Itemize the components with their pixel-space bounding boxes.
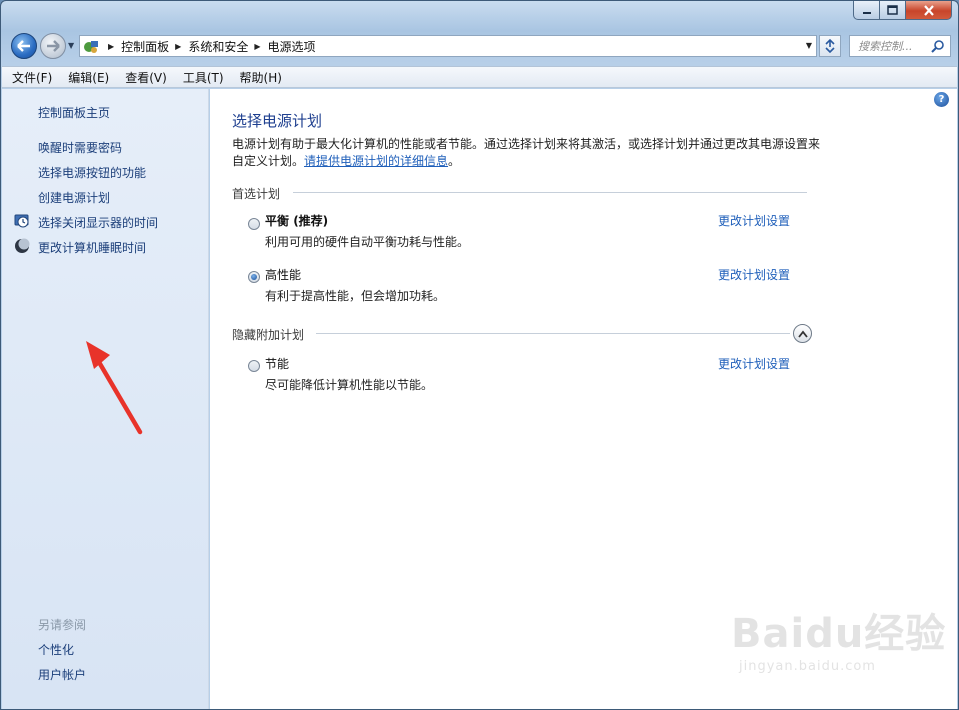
- sidebar-item-create-plan[interactable]: 创建电源计划: [38, 189, 110, 206]
- menu-help[interactable]: 帮助(H): [240, 69, 282, 86]
- plan-high-performance-desc: 有利于提高性能，但会增加功耗。: [265, 289, 446, 303]
- plan-balanced-radio[interactable]: [248, 218, 260, 230]
- sidebar-item-user-accounts[interactable]: 用户帐户: [38, 666, 86, 683]
- recent-pages-dropdown[interactable]: ▼: [68, 41, 74, 50]
- control-panel-window: ▼ ▶ 控制面板 ▶ 系统和安全 ▶ 电源选项 ▼ 搜索控制... 文件(F) …: [0, 0, 959, 710]
- red-annotation-arrow: [86, 341, 143, 435]
- search-input[interactable]: 搜索控制...: [849, 35, 951, 57]
- section-divider: [293, 192, 807, 193]
- task-pane: 控制面板主页 唤醒时需要密码 选择电源按钮的功能 创建电源计划 选择关闭显示器的…: [2, 89, 209, 709]
- page-title: 选择电源计划: [232, 112, 323, 130]
- search-placeholder: 搜索控制...: [858, 40, 913, 53]
- window-controls: [853, 1, 952, 21]
- plan-high-performance-radio[interactable]: [248, 271, 260, 283]
- watermark-brand: Baidu经验: [731, 611, 947, 657]
- hidden-plans-heading: 隐藏附加计划: [232, 328, 305, 342]
- breadcrumb-power-options[interactable]: 电源选项: [268, 38, 316, 55]
- back-button[interactable]: [11, 33, 37, 59]
- plan-balanced-desc: 利用可用的硬件自动平衡功耗与性能。: [265, 235, 470, 249]
- breadcrumb-separator[interactable]: ▶: [254, 42, 260, 51]
- menu-edit[interactable]: 编辑(E): [68, 69, 109, 86]
- menu-tools[interactable]: 工具(T): [183, 69, 224, 86]
- plan-balanced-label[interactable]: 平衡 (推荐): [265, 212, 328, 229]
- collapse-hidden-plans-button[interactable]: [793, 324, 812, 343]
- minimize-button[interactable]: [853, 1, 880, 20]
- sidebar-item-power-buttons[interactable]: 选择电源按钮的功能: [38, 164, 146, 181]
- menu-file[interactable]: 文件(F): [12, 69, 52, 86]
- section-divider: [316, 333, 790, 334]
- moon-sleep-icon: [15, 238, 30, 253]
- menu-bar: 文件(F) 编辑(E) 查看(V) 工具(T) 帮助(H): [2, 66, 957, 88]
- sidebar-home-link[interactable]: 控制面板主页: [38, 104, 110, 121]
- plan-power-saver-radio[interactable]: [248, 360, 260, 372]
- breadcrumb-system-security[interactable]: 系统和安全: [188, 38, 248, 55]
- minimize-icon: [862, 12, 871, 14]
- plan-high-performance-name[interactable]: 高性能: [265, 266, 301, 283]
- intro-end: 。: [448, 154, 461, 168]
- plan-power-saver-name[interactable]: 节能: [265, 355, 289, 372]
- plan-balanced-suffix: (推荐): [289, 214, 329, 228]
- sidebar-item-sleep-time[interactable]: 更改计算机睡眠时间: [38, 239, 146, 256]
- refresh-button[interactable]: [819, 35, 841, 57]
- baidu-watermark: Baidu经验 jingyan.baidu.com: [731, 601, 951, 701]
- plan-balanced-change-link[interactable]: 更改计划设置: [718, 212, 790, 229]
- preferred-plans-heading: 首选计划: [232, 187, 281, 201]
- close-button[interactable]: [906, 1, 952, 20]
- navigation-row: ▼ ▶ 控制面板 ▶ 系统和安全 ▶ 电源选项 ▼ 搜索控制...: [1, 31, 958, 63]
- forward-arrow-icon: [47, 40, 60, 52]
- plan-power-saver-desc: 尽可能降低计算机性能以节能。: [265, 378, 434, 392]
- forward-button[interactable]: [40, 33, 66, 59]
- plan-power-saver-change-link[interactable]: 更改计划设置: [718, 355, 790, 372]
- address-dropdown[interactable]: ▼: [806, 41, 812, 50]
- monitor-clock-icon: [14, 214, 29, 228]
- chevron-up-icon: [797, 330, 808, 338]
- plan-high-performance-change-link[interactable]: 更改计划设置: [718, 266, 790, 283]
- help-icon[interactable]: ?: [934, 92, 949, 107]
- plan-details-link[interactable]: 请提供电源计划的详细信息: [304, 154, 448, 168]
- title-bar: [1, 1, 958, 27]
- search-icon[interactable]: [931, 39, 945, 53]
- refresh-icon: [825, 39, 835, 53]
- breadcrumb-separator[interactable]: ▶: [175, 42, 181, 51]
- close-icon: [923, 4, 934, 16]
- control-panel-icon: [80, 38, 102, 54]
- breadcrumb-separator: ▶: [108, 41, 115, 51]
- menu-view[interactable]: 查看(V): [125, 69, 167, 86]
- plan-balanced-name: 平衡: [265, 214, 290, 228]
- sidebar-item-display-off-time[interactable]: 选择关闭显示器的时间: [38, 214, 158, 231]
- see-also-label: 另请参阅: [38, 618, 87, 632]
- maximize-button[interactable]: [880, 1, 906, 20]
- maximize-icon: [887, 5, 898, 15]
- watermark-url: jingyan.baidu.com: [739, 659, 876, 674]
- sidebar-item-wake-password[interactable]: 唤醒时需要密码: [38, 139, 122, 156]
- intro-text: 电源计划有助于最大化计算机的性能或者节能。通过选择计划来将其激活，或选择计划并通…: [232, 136, 822, 170]
- breadcrumb-control-panel[interactable]: 控制面板: [121, 38, 169, 55]
- sidebar-item-personalization[interactable]: 个性化: [38, 641, 74, 658]
- address-bar[interactable]: ▶ 控制面板 ▶ 系统和安全 ▶ 电源选项 ▼: [79, 35, 817, 57]
- back-arrow-icon: [17, 40, 30, 52]
